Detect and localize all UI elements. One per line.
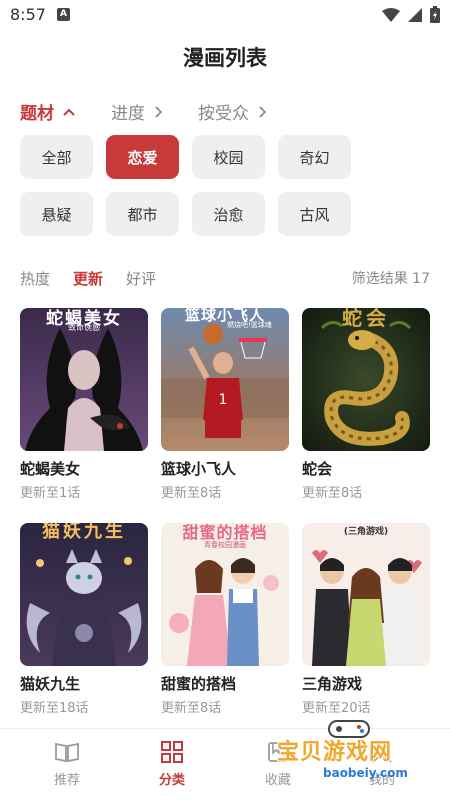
- filter-tab-label: 题材: [20, 104, 54, 124]
- chevron-up-icon: [63, 108, 75, 116]
- result-count: 筛选结果 17: [351, 271, 430, 287]
- comic-cover[interactable]: 蛇蝎美女 致命诱惑: [20, 308, 148, 451]
- page-title: 漫画列表: [183, 46, 267, 70]
- filter-tab-label: 进度: [111, 104, 145, 124]
- comic-update-status: 更新至20话: [302, 701, 371, 716]
- comic-update-status: 更新至8话: [161, 701, 222, 716]
- comic-cover[interactable]: (三角游戏): [302, 523, 430, 666]
- comic-cover[interactable]: 1 篮球小飞人 燃烧吧!篮球魂: [161, 308, 289, 451]
- watermark-logo: 宝贝游戏网 baobeiy.com: [275, 718, 450, 788]
- watermark-url: baobeiy.com: [323, 766, 408, 780]
- comic-update-status: 更新至18话: [20, 701, 89, 716]
- nav-item-recommend[interactable]: 推荐: [37, 741, 97, 788]
- svg-text:1: 1: [219, 392, 228, 408]
- genre-chip-grid: 全部 恋爱 校园 奇幻 悬疑 都市 治愈 古风: [20, 135, 360, 236]
- comic-update-status: 更新至8话: [302, 486, 363, 501]
- nav-label: 分类: [158, 773, 185, 788]
- comic-card[interactable]: 1 篮球小飞人 燃烧吧!篮球魂 篮球小飞人 更新至8话: [161, 308, 289, 511]
- cover-subtitle-text: 青春校园漫画: [204, 541, 246, 549]
- cover-subtitle-text: (三角游戏): [343, 527, 389, 537]
- comic-card[interactable]: 猫妖九生 猫妖九生 更新至18话: [20, 523, 148, 726]
- filter-tab-progress[interactable]: 进度: [111, 99, 162, 124]
- genre-chip-urban[interactable]: 都市: [106, 192, 179, 236]
- comic-title: 三角游戏: [302, 675, 363, 693]
- cover-subtitle-text: 燃烧吧!篮球魂: [227, 321, 272, 329]
- chevron-right-icon: [259, 105, 266, 118]
- genre-chip-romance[interactable]: 恋爱: [106, 135, 179, 179]
- chevron-right-icon: [155, 105, 162, 118]
- genre-chip-all[interactable]: 全部: [20, 135, 93, 179]
- nav-item-category[interactable]: 分类: [142, 741, 202, 788]
- genre-chip-ancient[interactable]: 古风: [278, 192, 351, 236]
- genre-chip-healing[interactable]: 治愈: [192, 192, 265, 236]
- cover-subtitle-text: 致命诱惑: [68, 323, 100, 332]
- cover-title-text: 猫妖九生: [42, 523, 126, 542]
- status-bar: 8:57 A: [0, 0, 450, 32]
- grid-icon: [161, 741, 183, 763]
- comic-card[interactable]: 蛇蝎美女 致命诱惑 蛇蝎美女 更新至1话: [20, 308, 148, 511]
- sort-row: 热度 更新 好评 筛选结果 17: [20, 268, 430, 288]
- comic-grid: 蛇蝎美女 致命诱惑 蛇蝎美女 更新至1话 1 篮球小飞人 燃烧吧!篮球魂 篮球小…: [20, 308, 430, 726]
- filter-tab-label: 按受众: [198, 104, 249, 124]
- comic-title: 篮球小飞人: [161, 460, 237, 478]
- wifi-icon: [382, 7, 400, 22]
- genre-chip-mystery[interactable]: 悬疑: [20, 192, 93, 236]
- cover-title-text: 蛇会: [342, 308, 390, 330]
- comic-title: 蛇会: [302, 460, 333, 478]
- notification-icon: A: [57, 8, 70, 21]
- signal-icon: [408, 7, 422, 22]
- sort-tab-rating[interactable]: 好评: [126, 268, 156, 289]
- book-icon: [55, 742, 79, 763]
- comic-title: 甜蜜的搭档: [161, 675, 237, 693]
- comic-card[interactable]: (三角游戏) 三角游戏 更新至20话: [302, 523, 430, 726]
- genre-chip-campus[interactable]: 校园: [192, 135, 265, 179]
- nav-label: 推荐: [53, 773, 80, 788]
- filter-tab-audience[interactable]: 按受众: [198, 99, 266, 124]
- sort-tab-updated[interactable]: 更新: [73, 268, 103, 289]
- comic-title: 蛇蝎美女: [20, 460, 81, 478]
- battery-icon: [430, 6, 440, 23]
- comic-cover[interactable]: 甜蜜的搭档 青春校园漫画: [161, 523, 289, 666]
- filter-tabs: 题材 进度 按受众: [20, 99, 302, 124]
- genre-chip-fantasy[interactable]: 奇幻: [278, 135, 351, 179]
- comic-title: 猫妖九生: [20, 675, 81, 693]
- watermark-text: 宝贝游戏网: [277, 740, 393, 765]
- comic-update-status: 更新至8话: [161, 486, 222, 501]
- filter-tab-genre[interactable]: 题材: [20, 99, 75, 124]
- comic-cover[interactable]: 蛇会: [302, 308, 430, 451]
- comic-update-status: 更新至1话: [20, 486, 81, 501]
- status-time: 8:57: [10, 5, 46, 24]
- sort-tab-popularity[interactable]: 热度: [20, 268, 50, 289]
- comic-card[interactable]: 甜蜜的搭档 青春校园漫画 甜蜜的搭档 更新至8话: [161, 523, 289, 726]
- comic-card[interactable]: 蛇会 蛇会 更新至8话: [302, 308, 430, 511]
- comic-cover[interactable]: 猫妖九生: [20, 523, 148, 666]
